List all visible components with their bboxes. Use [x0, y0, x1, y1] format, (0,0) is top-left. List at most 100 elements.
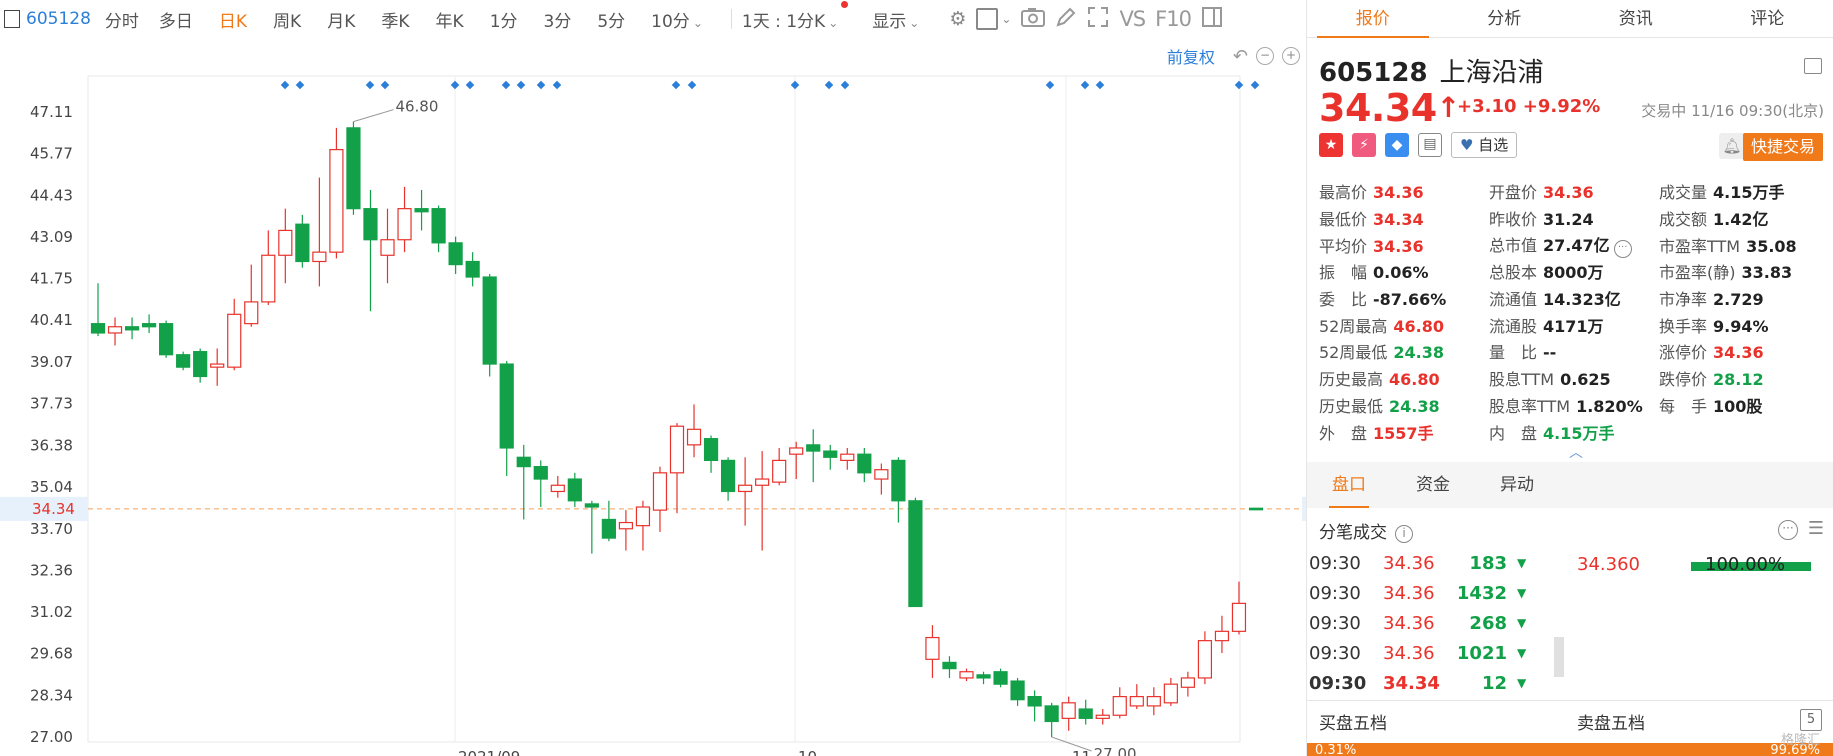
stat-label: 量 比	[1489, 343, 1538, 363]
stock-code-link[interactable]: 605128	[26, 9, 91, 29]
fullscreen-icon[interactable]	[1087, 6, 1109, 33]
tag-icon[interactable]: ◆	[1385, 133, 1409, 157]
alert-bell-icon[interactable]: 🔔︎	[1719, 133, 1745, 159]
candle-body	[908, 500, 923, 608]
candle-body	[1078, 708, 1093, 719]
list-menu-icon[interactable]	[1804, 58, 1822, 74]
candle-body	[1146, 695, 1161, 707]
quote-panel: 报价 分析 资讯 评论 605128 上海沿浦 34.34↑ +3.10 +9.92% …	[1306, 0, 1833, 756]
candle-body	[686, 428, 702, 446]
candle-body	[159, 323, 174, 356]
event-marker-icon	[280, 80, 290, 90]
event-marker-icon	[824, 80, 834, 90]
list-view-icon[interactable]: ☰	[1808, 518, 1824, 539]
y-tick-label-left: 47.11	[30, 103, 73, 121]
panel-toggle-icon[interactable]	[1201, 6, 1223, 33]
stats-row: 最高价 34.36 开盘价 34.36 成交量 4.15万手	[1319, 178, 1829, 205]
tick-volume: 183	[1469, 552, 1507, 574]
candle-body	[141, 323, 157, 328]
stat-cell: 成交额 1.42亿	[1659, 206, 1829, 230]
event-marker-icon	[501, 80, 511, 90]
orderbook-tab[interactable]: 盘口	[1307, 462, 1391, 508]
period-tab[interactable]: 10分 ⌄	[651, 7, 703, 32]
stat-cell: 内 盘 4.15万手	[1489, 420, 1659, 444]
stat-label: 市盈率(静)	[1659, 263, 1736, 283]
candle-body	[857, 453, 872, 474]
more-icon[interactable]: ···	[1613, 239, 1632, 258]
period-tab[interactable]: 3分	[544, 7, 572, 32]
overlay-select[interactable]: ⌄	[976, 8, 1011, 30]
stat-cell: 历史最高 46.80	[1319, 366, 1489, 390]
candlestick-chart[interactable]: 47.1147.1145.7745.7744.4344.4343.0943.09…	[0, 38, 1306, 756]
max-annotation-label: 46.80	[395, 98, 438, 116]
event-marker-icon	[552, 80, 562, 90]
f10-button[interactable]: F10	[1155, 7, 1192, 31]
badge-row: ★ ⚡ ◆ ▤ ♥ 自选	[1319, 132, 1518, 158]
hot-stock-icon[interactable]: ⚡	[1352, 133, 1376, 157]
period-tab[interactable]: 1分	[490, 7, 518, 32]
notes-icon[interactable]: ▤	[1418, 133, 1442, 157]
stats-row: 外 盘 1557手内 盘 4.15万手	[1319, 418, 1829, 445]
candle-body	[959, 671, 974, 679]
stat-value: 14.323亿	[1543, 290, 1621, 310]
stat-label: 历史最高	[1319, 370, 1384, 390]
quote-tab[interactable]: 分析	[1439, 0, 1571, 37]
candle-body	[618, 521, 634, 530]
chevron-down-icon: ⌄	[828, 15, 839, 30]
camera-icon[interactable]	[1021, 7, 1046, 32]
candle-body	[584, 503, 599, 508]
quote-tab[interactable]: 报价	[1307, 0, 1439, 38]
ticks-scrollbar[interactable]	[1554, 637, 1564, 677]
five-level-toggle-icon[interactable]: 5	[1800, 709, 1822, 731]
toolbar-icons: ⚙ ⌄ VS F10	[949, 6, 1223, 33]
period-tab[interactable]: 季K	[381, 7, 409, 32]
expand-caret-icon[interactable]: ︿	[1569, 442, 1583, 462]
stat-value: 46.80	[1393, 316, 1444, 336]
draw-pencil-icon[interactable]	[1055, 6, 1077, 33]
candle-body	[227, 313, 242, 368]
stat-value: 34.34	[1373, 210, 1424, 230]
stat-cell: 52周最高 46.80	[1319, 313, 1489, 337]
candle-body	[1027, 695, 1042, 707]
period-tab[interactable]: 多日	[159, 7, 193, 32]
candle-body	[789, 447, 804, 455]
candle-body	[533, 466, 548, 480]
period-tab[interactable]: 5分	[597, 7, 625, 32]
quote-tab[interactable]: 资讯	[1570, 0, 1702, 37]
event-marker-icon	[1234, 80, 1244, 90]
period-tab[interactable]: 日K	[219, 7, 247, 32]
candle-body	[567, 478, 582, 502]
sidebar-toggle-icon[interactable]	[4, 10, 20, 28]
period-tab[interactable]: 分时	[105, 7, 139, 32]
compare-vs-button[interactable]: VS	[1119, 7, 1146, 31]
stat-label: 昨收价	[1489, 210, 1538, 230]
orderbook-tab[interactable]: 资金	[1391, 462, 1475, 508]
stat-label: 最低价	[1319, 210, 1368, 230]
stat-label: 跌停价	[1659, 370, 1708, 390]
stat-value: 27.47亿	[1543, 235, 1610, 255]
stat-value: 2.729	[1713, 290, 1764, 310]
display-menu[interactable]: 显示 ⌄	[872, 7, 919, 32]
event-marker-icon	[365, 80, 375, 90]
tick-row: 09:30 34.36 1021 ▼	[1307, 638, 1527, 668]
add-watchlist-button[interactable]: ♥ 自选	[1451, 132, 1518, 158]
stat-cell: 总股本 8000万	[1489, 259, 1659, 283]
max-annotation-line	[353, 109, 394, 123]
quote-tab[interactable]: 评论	[1702, 0, 1833, 37]
candle-body	[193, 351, 208, 378]
more-icon[interactable]: ···	[1778, 520, 1798, 540]
stat-label: 流通值	[1489, 290, 1538, 310]
orderbook-tab[interactable]: 异动	[1475, 462, 1559, 508]
settings-gear-icon[interactable]: ⚙	[949, 8, 966, 30]
period-tab[interactable]: 周K	[273, 7, 301, 32]
info-icon[interactable]: i	[1395, 525, 1413, 543]
period-tab[interactable]: 月K	[327, 7, 355, 32]
candle-body	[329, 149, 344, 253]
candle-body	[806, 444, 821, 452]
period-select[interactable]: 1天 : 1分K ⌄	[742, 0, 849, 32]
stat-value: 4.15万手	[1543, 423, 1615, 443]
period-tab[interactable]: 年K	[436, 7, 464, 32]
stat-label: 流通股	[1489, 316, 1538, 336]
fast-trade-button[interactable]: 快捷交易	[1742, 133, 1823, 161]
stat-label: 市盈率TTM	[1659, 236, 1741, 256]
